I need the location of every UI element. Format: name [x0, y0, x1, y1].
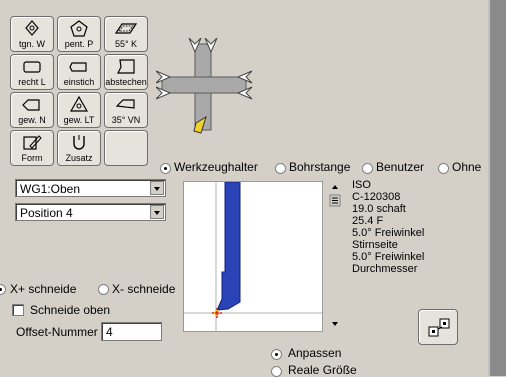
tool-button-abstechen[interactable]: abstechen — [104, 54, 148, 90]
magnet-icon — [73, 135, 85, 150]
tool-button-zusatz[interactable]: Zusatz — [57, 130, 101, 166]
tool-button-tgn-w[interactable]: tgn. W — [10, 16, 54, 52]
form-edit-icon — [23, 135, 42, 150]
chevron-down-icon[interactable] — [150, 205, 164, 219]
fit-view-icon — [428, 318, 450, 337]
info-line: 5.0° Freiwinkel — [352, 251, 425, 263]
label-bohrstange: Bohrstange — [289, 160, 351, 174]
tool-button-label: abstechen — [105, 77, 147, 87]
group-select[interactable]: WG1:Oben — [15, 179, 166, 197]
partoff-insert-icon — [117, 59, 135, 74]
tool-button-label: 35° VN — [111, 115, 141, 125]
radio-reale-groesse[interactable] — [271, 366, 282, 377]
offset-number-value: 4 — [106, 325, 113, 339]
radio-benutzer[interactable] — [362, 163, 373, 174]
label-reale-groesse: Reale Größe — [288, 363, 357, 377]
diamond-insert-icon — [25, 20, 39, 36]
tool-button-label: gew. N — [18, 115, 46, 125]
tool-preview — [183, 181, 323, 332]
label-werkzeughalter: Werkzeughalter — [174, 160, 258, 174]
radio-x-plus-schneide[interactable] — [0, 284, 6, 295]
group-select-value: WG1:Oben — [20, 182, 81, 196]
rhombus-55-icon — [114, 23, 138, 34]
radio-x-minus-schneide[interactable] — [98, 284, 109, 295]
info-line: 25.4 F — [352, 215, 384, 227]
tool-button-55-k[interactable]: 55° K — [104, 16, 148, 52]
tool-button-einstich[interactable]: einstich — [57, 54, 101, 90]
position-select-value: Position 4 — [20, 206, 73, 220]
tool-button-gew-n[interactable]: gew. N — [10, 92, 54, 128]
tool-button-label: einstich — [63, 77, 95, 87]
window-edge — [490, 0, 506, 376]
label-x-minus-schneide: X- schneide — [112, 282, 176, 296]
chevron-down-icon[interactable] — [150, 181, 164, 195]
tool-button-label: pent. P — [64, 39, 94, 49]
info-line: Durchmesser — [352, 263, 418, 275]
tool-button-label: 55° K — [114, 39, 138, 49]
tool-button-empty[interactable] — [104, 130, 148, 166]
tool-button-label: tgn. W — [18, 39, 45, 49]
label-benutzer: Benutzer — [376, 160, 425, 174]
thread-lt-icon — [69, 96, 89, 112]
label-ohne: Ohne — [452, 160, 482, 174]
tool-button-label: Form — [21, 153, 43, 163]
tool-button-recht-l[interactable]: recht L — [10, 54, 54, 90]
info-line: 5.0° Freiwinkel — [352, 227, 425, 239]
offset-number-input[interactable]: 4 — [101, 322, 162, 341]
rect-insert-icon — [23, 61, 41, 73]
checkbox-schneide-oben[interactable] — [12, 304, 24, 316]
tool-button-form[interactable]: Form — [10, 130, 54, 166]
preview-scrollbar[interactable] — [328, 181, 342, 332]
radio-anpassen[interactable] — [271, 349, 282, 360]
tool-button-label: Zusatz — [65, 153, 93, 163]
tool-setup-panel: tgn. W pent. P 55° K recht L einstich ab… — [0, 0, 488, 377]
tool-info-list: ISO C-120308 19.0 schaft 25.4 F 5.0° Fre… — [352, 179, 462, 275]
info-line: C-120308 — [352, 191, 401, 203]
rhombus-35-icon — [115, 99, 135, 109]
tool-holder-illustration — [156, 38, 253, 134]
tool-button-pent-p[interactable]: pent. P — [57, 16, 101, 52]
info-line: Stirnseite — [352, 239, 398, 251]
radio-bohrstange[interactable] — [275, 163, 286, 174]
label-x-plus-schneide: X+ schneide — [10, 282, 77, 296]
groove-insert-icon — [69, 62, 87, 72]
tool-button-label: recht L — [18, 77, 46, 87]
label-offset-nummer: Offset-Nummer — [16, 325, 98, 339]
tool-preview-drawing — [184, 181, 322, 331]
tool-button-label: gew. LT — [63, 115, 95, 125]
label-schneide-oben: Schneide oben — [30, 303, 111, 317]
radio-werkzeughalter[interactable] — [160, 163, 171, 174]
info-line: ISO — [352, 179, 371, 191]
position-select[interactable]: Position 4 — [15, 203, 166, 221]
radio-ohne[interactable] — [438, 163, 449, 174]
thread-n-icon — [22, 99, 40, 111]
pentagon-insert-icon — [70, 20, 88, 37]
fit-view-button[interactable] — [418, 309, 458, 345]
info-line: 19.0 schaft — [352, 203, 406, 215]
tool-button-35-vn[interactable]: 35° VN — [104, 92, 148, 128]
tool-button-gew-lt[interactable]: gew. LT — [57, 92, 101, 128]
label-anpassen: Anpassen — [288, 346, 342, 360]
